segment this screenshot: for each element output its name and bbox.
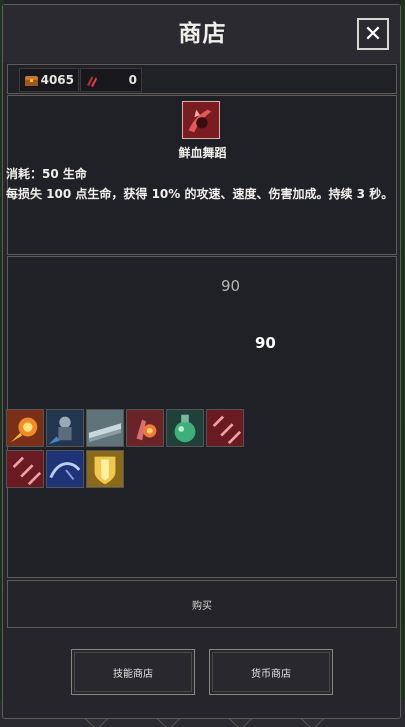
skill-cost: 消耗：50 生命 — [6, 167, 87, 181]
buy-button[interactable]: 购买 — [7, 580, 397, 628]
flame-palm-icon[interactable] — [126, 409, 164, 447]
golden-shield-icon[interactable] — [86, 450, 124, 488]
steel-blade-icon[interactable] — [86, 409, 124, 447]
treasure-chest-icon — [25, 76, 38, 86]
skill-shop-label: 技能商店 — [113, 668, 153, 680]
floating-number: 90 — [221, 277, 241, 295]
skill-shop-button[interactable]: 技能商店 — [71, 649, 195, 695]
shop-screen: 商店 ✕ 4065 0 鲜血舞蹈 消耗：50 生命 每损失 100 点生命，获得… — [0, 0, 405, 727]
chain-whip-icon[interactable] — [46, 450, 84, 488]
currency-shop-label: 货币商店 — [251, 668, 291, 680]
page-title: 商店 — [178, 21, 227, 47]
blood-slashes-icon[interactable] — [206, 409, 244, 447]
close-icon: ✕ — [363, 21, 383, 47]
red-claw-token-icon — [87, 76, 97, 87]
knight-charge-icon[interactable] — [46, 409, 84, 447]
currency-shop-button[interactable]: 货币商店 — [209, 649, 333, 695]
background-edge-right — [401, 0, 405, 727]
green-potion-icon[interactable] — [166, 409, 204, 447]
gold-amount: 4065 — [40, 73, 74, 87]
skill-description: 每损失 100 点生命，获得 10% 的攻速、速度、伤害加成。持续 3 秒。 — [6, 187, 394, 201]
floating-number: 90 — [255, 334, 276, 352]
skill-name: 鲜血舞蹈 — [178, 146, 227, 160]
token-amount: 0 — [128, 73, 137, 87]
blood-slashes-icon[interactable] — [6, 450, 44, 488]
currency-bar: 4065 0 — [7, 64, 397, 94]
fire-meteor-icon[interactable] — [6, 409, 44, 447]
currency-gold: 4065 — [19, 68, 79, 92]
currency-token: 0 — [80, 68, 142, 92]
close-button[interactable]: ✕ — [357, 18, 389, 50]
blood-dance-icon — [182, 101, 220, 139]
